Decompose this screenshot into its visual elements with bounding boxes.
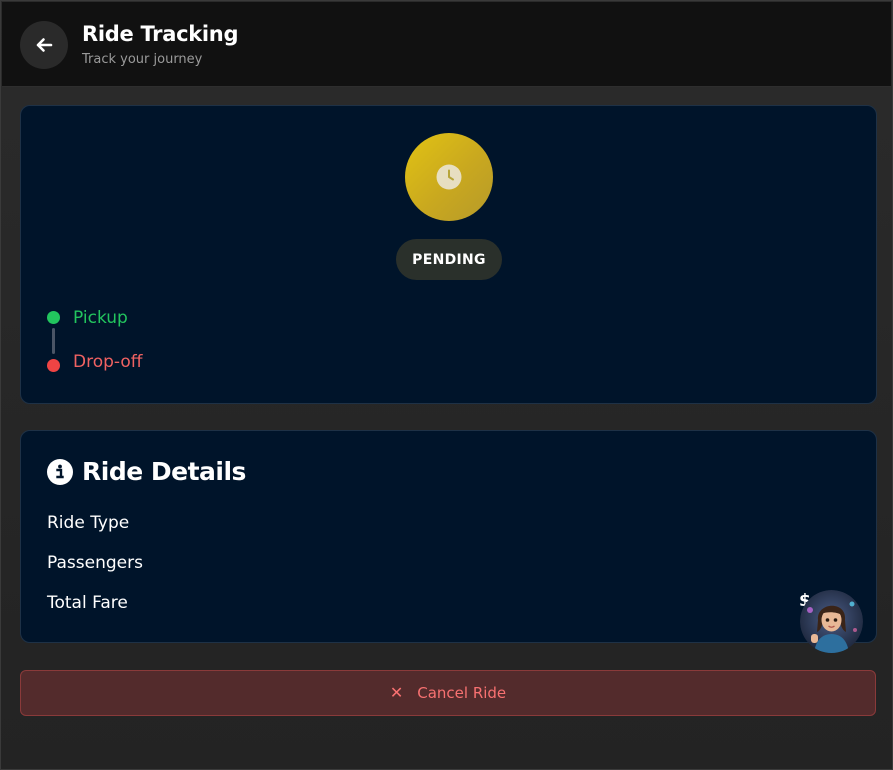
- assistant-avatar[interactable]: [800, 590, 863, 653]
- page-subtitle: Track your journey: [82, 52, 203, 67]
- ride-details-card: Ride Details Ride Type Passengers Total …: [20, 430, 877, 643]
- avatar-icon: [800, 590, 863, 653]
- info-icon: [47, 458, 73, 485]
- pickup-label: Pickup: [73, 308, 128, 328]
- arrow-left-icon: [36, 38, 53, 52]
- status-badge: PENDING: [396, 239, 502, 280]
- pickup-dot: [47, 311, 60, 324]
- ride-status-card: PENDING Pickup Drop-off: [20, 105, 877, 404]
- route-connector: [52, 328, 55, 354]
- status-indicator: [405, 133, 493, 221]
- dropoff-dot: [47, 359, 60, 372]
- details-header: Ride Details: [47, 457, 246, 486]
- ride-type-label: Ride Type: [47, 513, 130, 533]
- app-header: Ride Tracking Track your journey: [2, 2, 891, 87]
- passengers-label: Passengers: [47, 553, 143, 573]
- cancel-ride-label: Cancel Ride: [417, 684, 507, 702]
- total-fare-label: Total Fare: [47, 593, 128, 613]
- cancel-ride-button[interactable]: ✕ Cancel Ride: [20, 670, 876, 716]
- clock-icon: [436, 164, 462, 190]
- details-title: Ride Details: [82, 457, 246, 486]
- dropoff-label: Drop-off: [73, 352, 143, 372]
- close-icon: ✕: [389, 683, 404, 702]
- back-button[interactable]: [20, 21, 68, 69]
- page-title: Ride Tracking: [82, 22, 239, 46]
